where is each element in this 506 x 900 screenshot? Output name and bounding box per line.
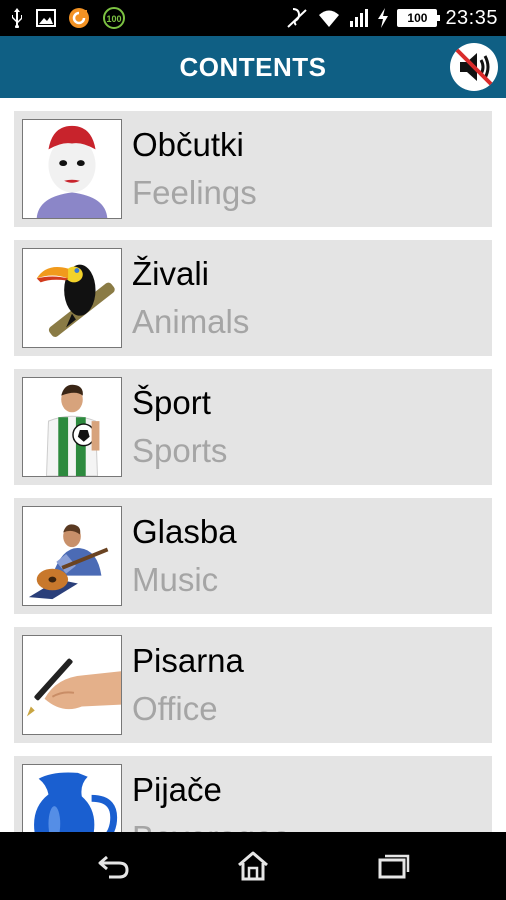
mime-face-image: [23, 120, 121, 218]
home-icon: [238, 851, 268, 881]
usb-icon: [10, 8, 24, 28]
sound-muted-icon: [455, 48, 493, 86]
recents-icon: [378, 854, 410, 879]
app-bar: CONTENTS: [0, 36, 506, 98]
beverages-thumbnail: [22, 764, 122, 832]
clock: 23:35: [445, 6, 498, 29]
category-english-label: Office: [132, 690, 218, 727]
soccer-player-image: [23, 378, 121, 476]
category-native-label: Glasba: [132, 513, 237, 550]
category-native-label: Pijače: [132, 771, 222, 808]
back-icon: [98, 855, 129, 879]
office-thumbnail: [22, 635, 122, 735]
recents-button[interactable]: [373, 848, 413, 884]
signal-icon: [349, 8, 369, 28]
category-item-feelings[interactable]: Občutki Feelings: [14, 111, 492, 227]
category-english-label: Music: [132, 561, 219, 598]
music-thumbnail: [22, 506, 122, 606]
feelings-thumbnail: [22, 119, 122, 219]
category-native-label: Živali: [132, 255, 210, 292]
navigation-bar: [0, 832, 506, 900]
sports-thumbnail: [22, 377, 122, 477]
category-english-label: Sports: [132, 432, 228, 469]
battery-icon: 100: [397, 9, 441, 27]
category-item-sports[interactable]: Šport Sports: [14, 369, 492, 485]
wifi-icon: [317, 8, 341, 28]
toucan-image: [23, 249, 121, 347]
category-item-beverages[interactable]: Pijače Beverages: [14, 756, 492, 832]
sound-toggle-button[interactable]: [450, 43, 498, 91]
hand-with-pen-image: [23, 636, 121, 734]
back-button[interactable]: [94, 848, 134, 884]
battery-level: 100: [407, 11, 428, 25]
category-english-label: Feelings: [132, 174, 257, 211]
category-english-label: Animals: [132, 303, 250, 340]
charging-icon: [377, 8, 389, 28]
category-item-music[interactable]: Glasba Music: [14, 498, 492, 614]
guitar-player-image: [23, 507, 121, 605]
blue-jug-image: [23, 765, 121, 832]
home-button[interactable]: [233, 848, 273, 884]
category-list[interactable]: Občutki Feelings Živali Animals Šport Sp…: [0, 98, 506, 832]
category-item-office[interactable]: Pisarna Office: [14, 627, 492, 743]
accessibility-icon: [285, 7, 309, 29]
category-native-label: Šport: [132, 384, 211, 421]
battery-100-badge-icon: 100: [102, 7, 126, 29]
category-item-animals[interactable]: Živali Animals: [14, 240, 492, 356]
animals-thumbnail: [22, 248, 122, 348]
orange-app-icon: [68, 7, 90, 29]
category-native-label: Občutki: [132, 126, 244, 163]
svg-text:100: 100: [106, 14, 121, 24]
image-icon: [36, 9, 56, 27]
category-english-label: Beverages: [132, 818, 290, 832]
status-bar: 100 100 23:35: [0, 0, 506, 36]
category-native-label: Pisarna: [132, 642, 244, 679]
page-title: CONTENTS: [179, 52, 327, 82]
